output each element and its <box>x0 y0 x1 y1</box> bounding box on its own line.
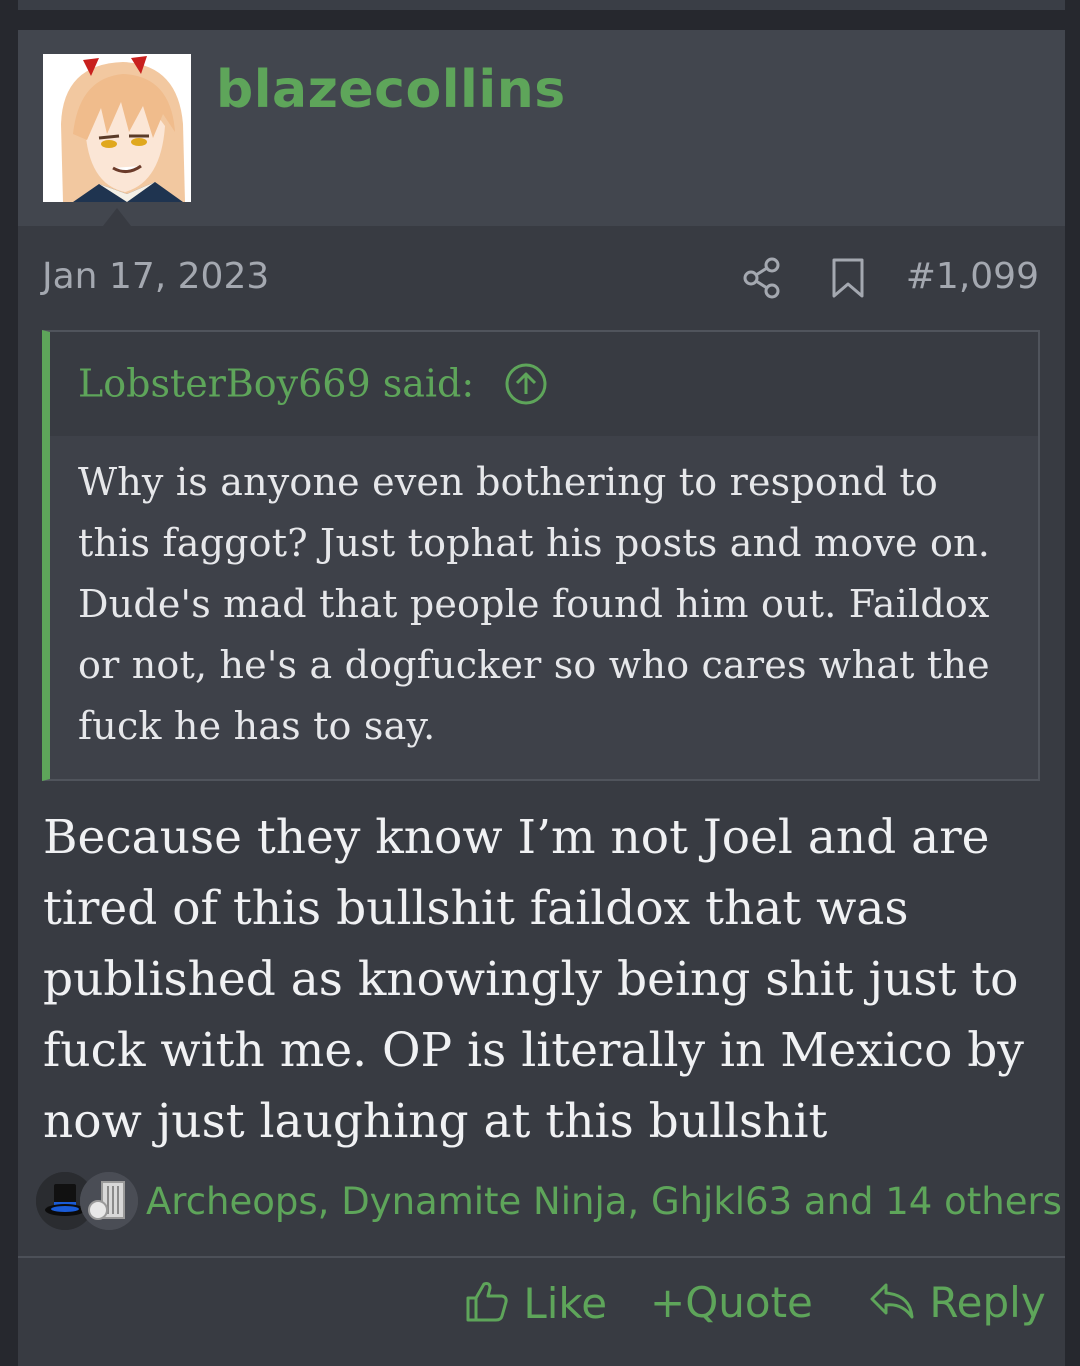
reply-label: Reply <box>929 1278 1046 1327</box>
post-actions: Like +Quote Reply <box>18 1270 1065 1340</box>
reply-icon <box>870 1283 914 1319</box>
share-icon[interactable] <box>742 256 782 300</box>
trash-icon <box>80 1172 138 1230</box>
post-header: blazecollins <box>18 30 1065 226</box>
quote-button[interactable]: +Quote <box>650 1278 813 1327</box>
reactions-list[interactable]: Archeops, Dynamite Ninja, Ghjkl63 and 14… <box>146 1180 1062 1223</box>
username[interactable]: blazecollins <box>216 60 566 120</box>
previous-post-edge <box>18 0 1065 10</box>
quote-label: +Quote <box>650 1278 813 1327</box>
post-message: Because they know I’m not Joel and are t… <box>43 810 1024 1149</box>
bookmark-icon[interactable] <box>830 256 866 300</box>
post-date[interactable]: Jan 17, 2023 <box>42 256 269 297</box>
quote-author[interactable]: LobsterBoy669 said: <box>78 362 474 406</box>
quote-attribution[interactable]: LobsterBoy669 said: <box>78 358 548 406</box>
quote-header: LobsterBoy669 said: <box>50 332 1038 436</box>
like-label: Like <box>523 1279 608 1328</box>
post-meta: Jan 17, 2023 #1,099 <box>18 248 1065 308</box>
reactions-bar[interactable]: Archeops, Dynamite Ninja, Ghjkl63 and 14… <box>36 1170 1062 1240</box>
reply-button[interactable]: Reply <box>868 1278 1046 1327</box>
like-button[interactable]: Like <box>464 1278 607 1328</box>
jump-to-quote-icon[interactable] <box>504 362 548 406</box>
thumbs-up-icon <box>466 1282 508 1322</box>
avatar-pointer <box>103 208 131 226</box>
post: blazecollins Jan 17, 2023 #1,099 Lobster… <box>18 30 1065 1366</box>
avatar[interactable] <box>43 54 191 202</box>
quote-block: LobsterBoy669 said: Why is anyone even b… <box>42 330 1040 781</box>
avatar-image <box>43 54 191 202</box>
actions-divider <box>18 1256 1065 1258</box>
quote-text: Why is anyone even bothering to respond … <box>78 460 991 748</box>
post-number[interactable]: #1,099 <box>906 256 1039 297</box>
